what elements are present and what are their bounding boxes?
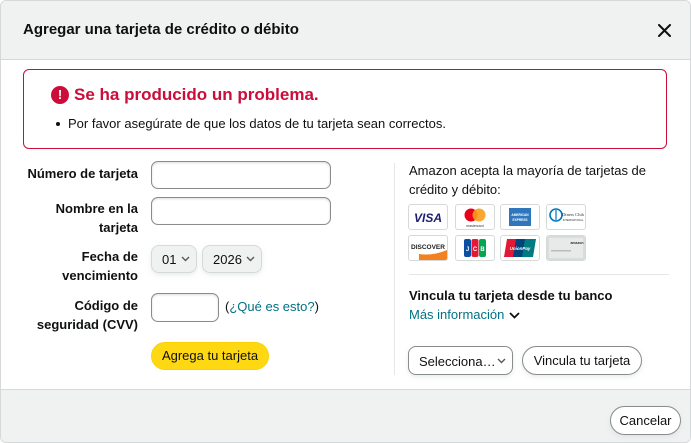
unionpay-card-icon: UnionPay bbox=[500, 235, 540, 261]
chevron-down-icon bbox=[497, 358, 506, 364]
cvv-input[interactable] bbox=[151, 293, 219, 322]
expiry-month-value: 01 bbox=[162, 252, 177, 267]
card-name-label-line2: tarjeta bbox=[98, 220, 138, 235]
alert-message: Por favor asegúrate de que los datos de … bbox=[56, 116, 446, 131]
expiry-label-line2: vencimiento bbox=[62, 268, 138, 283]
alert-message-text: Por favor asegúrate de que los datos de … bbox=[68, 116, 446, 131]
close-icon bbox=[658, 24, 671, 37]
exclamation-circle-icon: ! bbox=[51, 86, 69, 104]
cancel-button[interactable]: Cancelar bbox=[610, 406, 681, 435]
card-name-label-line1: Nombre en la bbox=[55, 201, 138, 216]
mastercard-logo-text: mastercard bbox=[466, 224, 484, 228]
close-button[interactable] bbox=[652, 18, 678, 44]
card-name-label: Nombre en la tarjeta bbox=[21, 199, 138, 237]
svg-text:UnionPay: UnionPay bbox=[510, 246, 531, 251]
expiry-year-value: 2026 bbox=[213, 252, 242, 267]
bullet-icon bbox=[56, 121, 60, 126]
card-number-input[interactable] bbox=[151, 161, 331, 189]
link-card-button[interactable]: Vincula tu tarjeta bbox=[522, 346, 642, 375]
jcb-card-icon: J C B bbox=[455, 235, 495, 261]
expiry-label-line1: Fecha de bbox=[81, 249, 138, 264]
more-info-link[interactable]: Más información bbox=[409, 307, 520, 322]
card-number-label: Número de tarjeta bbox=[27, 166, 138, 181]
cvv-help-link[interactable]: ¿Qué es esto? bbox=[229, 299, 314, 314]
expiry-year-select[interactable]: 2026 bbox=[202, 245, 262, 273]
add-card-dialog: Agregar una tarjeta de crédito o débito … bbox=[0, 0, 691, 443]
error-alert: ! Se ha producido un problema. Por favor… bbox=[23, 69, 667, 149]
svg-text:C: C bbox=[473, 247, 478, 253]
cvv-label: Código de seguridad (CVV) bbox=[21, 296, 138, 334]
dialog-title: Agregar una tarjeta de crédito o débito bbox=[23, 21, 299, 38]
bank-select-value: Selecciona… bbox=[419, 354, 496, 369]
svg-text:B: B bbox=[480, 247, 485, 253]
column-divider bbox=[394, 163, 395, 375]
cvv-label-line1: Código de bbox=[74, 298, 138, 313]
svg-text:AMERICAN: AMERICAN bbox=[511, 213, 529, 217]
bank-link-title: Vincula tu tarjeta desde tu banco bbox=[409, 288, 613, 303]
chevron-down-icon bbox=[509, 312, 520, 319]
svg-text:Diners Club: Diners Club bbox=[562, 212, 585, 217]
section-divider bbox=[409, 274, 669, 275]
chevron-down-icon bbox=[246, 256, 255, 262]
cvv-label-line2: seguridad (CVV) bbox=[36, 317, 138, 332]
discover-card-icon: DISCOVER bbox=[408, 235, 448, 261]
mastercard-card-icon: mastercard bbox=[455, 204, 495, 230]
svg-text:INTERNATIONAL: INTERNATIONAL bbox=[563, 218, 584, 222]
more-info-link-text[interactable]: Más información bbox=[409, 307, 504, 322]
visa-logo-text: VISA bbox=[414, 211, 442, 225]
bank-select[interactable]: Selecciona… bbox=[408, 346, 513, 375]
svg-text:EXPRESS: EXPRESS bbox=[512, 218, 527, 222]
chevron-down-icon bbox=[181, 256, 190, 262]
card-name-input[interactable] bbox=[151, 197, 331, 225]
svg-text:J: J bbox=[466, 247, 469, 253]
cvv-help-paren-close: ) bbox=[314, 299, 319, 314]
add-card-button[interactable]: Agrega tu tarjeta bbox=[151, 342, 269, 370]
alert-title: Se ha producido un problema. bbox=[74, 85, 319, 104]
visa-card-icon: VISA bbox=[408, 204, 448, 230]
diners-club-card-icon: Diners Club INTERNATIONAL bbox=[546, 204, 586, 230]
expiry-month-select[interactable]: 01 bbox=[151, 245, 197, 273]
svg-text:amazon: amazon bbox=[570, 241, 583, 245]
dialog-header: Agregar una tarjeta de crédito o débito bbox=[1, 1, 690, 60]
cvv-help: (¿Qué es esto?) bbox=[225, 299, 319, 314]
discover-logo-text: DISCOVER bbox=[411, 244, 445, 251]
dialog-footer: Cancelar bbox=[1, 389, 690, 442]
accepted-cards-text: Amazon acepta la mayoría de tarjetas de … bbox=[409, 163, 647, 197]
expiry-label: Fecha de vencimiento bbox=[21, 247, 138, 285]
amazon-card-icon: amazon bbox=[546, 235, 586, 261]
amex-card-icon: AMERICAN EXPRESS bbox=[500, 204, 540, 230]
